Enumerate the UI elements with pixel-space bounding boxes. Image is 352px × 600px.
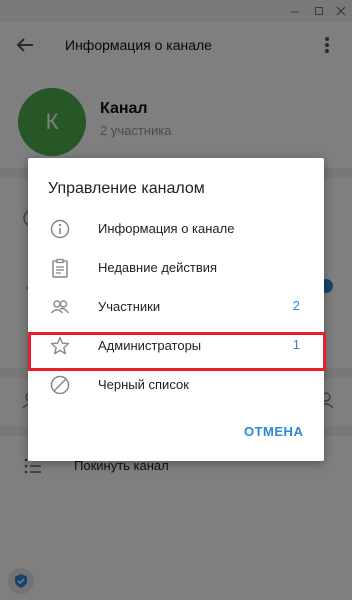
menu-item-members[interactable]: Участники 2	[28, 288, 324, 326]
cancel-button[interactable]: ОТМЕНА	[244, 424, 303, 439]
members-count-badge: 2	[292, 298, 300, 313]
menu-item-blacklist[interactable]: Черный список	[28, 366, 324, 404]
block-icon	[50, 375, 70, 395]
menu-item-label: Информация о канале	[98, 221, 235, 236]
menu-item-label: Черный список	[98, 377, 189, 392]
menu-item-label: Недавние действия	[98, 260, 218, 275]
menu-item-label: Участники	[98, 299, 161, 314]
highlight-box	[28, 332, 326, 371]
menu-item-channel-info[interactable]: Информация о канале	[28, 210, 324, 248]
users-icon	[50, 297, 70, 317]
clipboard-icon	[50, 258, 70, 278]
info-icon	[50, 219, 70, 239]
dialog-title: Управление каналом	[48, 180, 205, 197]
channel-management-dialog: Управление каналом Информация о канале Н…	[28, 158, 326, 461]
menu-item-recent-actions[interactable]: Недавние действия	[28, 249, 324, 287]
